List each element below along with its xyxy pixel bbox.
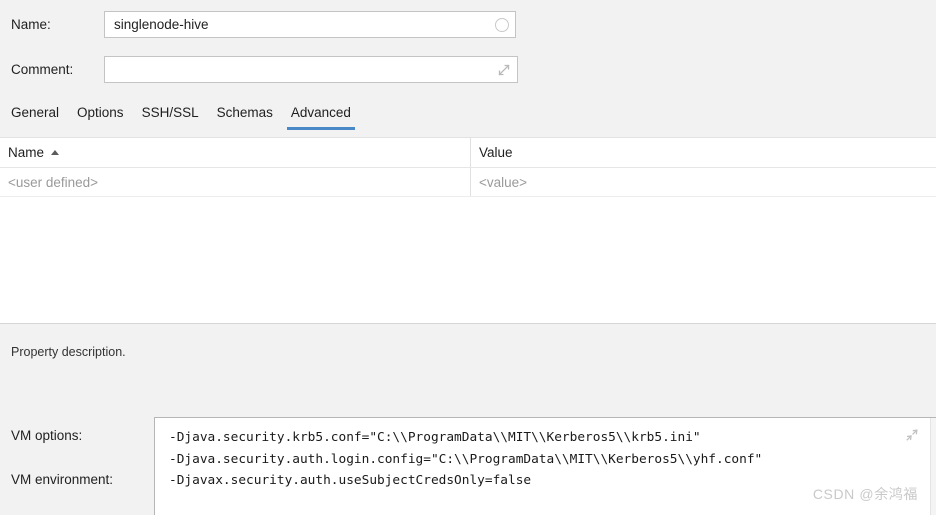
property-description-text: Property description. [11,345,126,359]
column-header-name-label: Name [8,145,45,160]
name-input[interactable]: singlenode-hive [104,11,516,38]
table-cell-value-text: <value> [479,174,528,190]
vm-options-input[interactable]: -Djava.security.krb5.conf="C:\\ProgramDa… [154,417,936,515]
tab-ssh-ssl[interactable]: SSH/SSL [133,104,208,130]
tab-general-label: General [11,105,60,120]
column-header-value-label: Value [479,145,513,160]
tab-schemas-label: Schemas [216,105,273,120]
property-description-panel: Property description. [0,324,936,416]
name-status-icon-wrap [489,17,515,32]
tab-options-label: Options [77,105,124,120]
tab-schemas[interactable]: Schemas [208,104,282,130]
column-header-name[interactable]: Name [0,138,471,167]
name-input-value: singlenode-hive [114,17,209,32]
tab-advanced-label: Advanced [290,105,351,120]
table-row[interactable]: <user defined> <value> [0,168,936,197]
name-label: Name: [11,17,51,32]
table-cell-name-text: <user defined> [8,174,99,190]
vm-settings-area: VM options: VM environment: -Djava.secur… [0,416,936,515]
circle-icon [495,17,509,32]
vm-options-value: -Djava.security.krb5.conf="C:\\ProgramDa… [169,430,763,488]
tab-ssh-ssl-label: SSH/SSL [141,105,199,120]
table-cell-value[interactable]: <value> [471,168,936,196]
connection-form: Name: singlenode-hive Comment: [0,0,936,104]
vm-options-collapse-button[interactable] [905,428,919,442]
sort-ascending-icon [51,150,60,155]
properties-table: Name Value <user defined> <value> [0,137,936,324]
tab-options[interactable]: Options [68,104,133,130]
table-header-row: Name Value [0,138,936,168]
table-cell-name[interactable]: <user defined> [0,168,471,196]
comment-label: Comment: [11,62,74,77]
vm-options-label: VM options: [11,428,83,443]
column-header-value[interactable]: Value [471,138,936,167]
expand-diagonal-icon [498,64,510,75]
tab-active-underline [286,127,355,130]
collapse-diagonal-icon [906,429,918,441]
comment-expand-button[interactable] [491,63,517,77]
tab-advanced[interactable]: Advanced [282,104,360,130]
tab-bar: General Options SSH/SSL Schemas Advanced [0,104,936,137]
comment-input[interactable] [104,56,518,83]
name-row: Name: singlenode-hive [0,11,516,38]
tab-general[interactable]: General [2,104,68,130]
vm-environment-label: VM environment: [11,472,114,487]
vm-options-scrollbar[interactable] [930,418,936,515]
comment-row: Comment: [0,56,518,83]
